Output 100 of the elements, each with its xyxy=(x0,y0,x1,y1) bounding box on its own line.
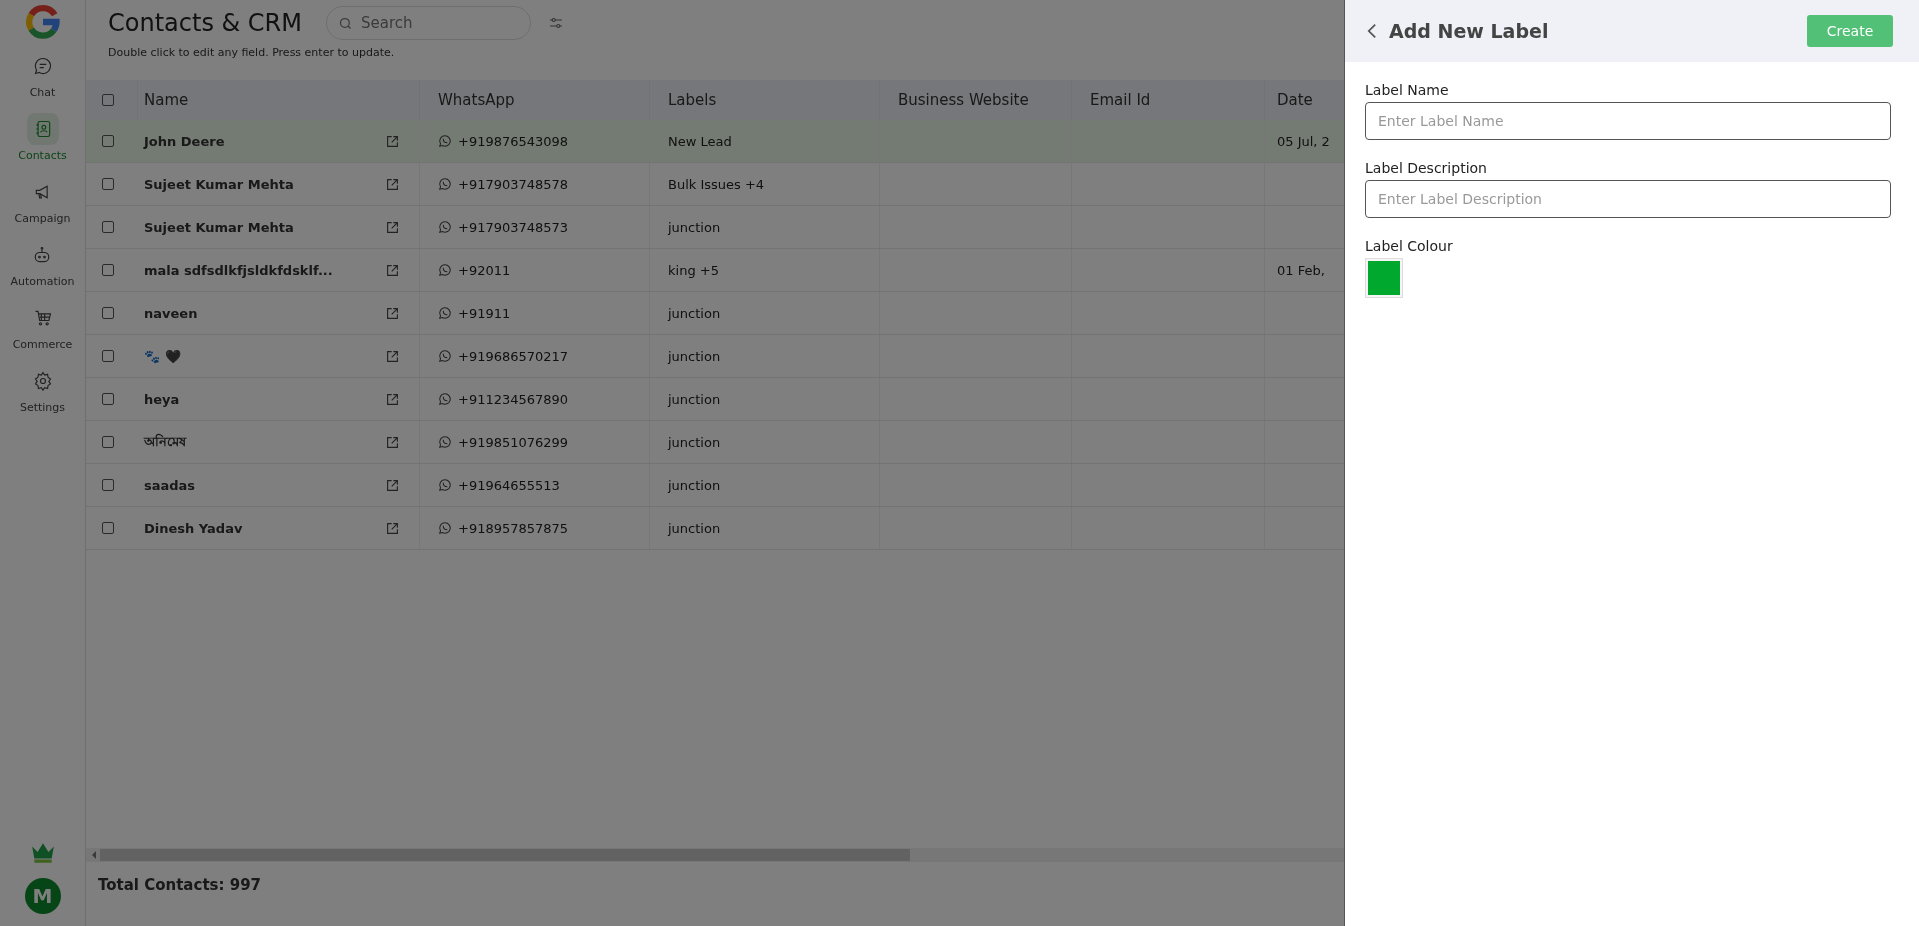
column-header: Labels xyxy=(668,91,717,109)
date-text: 05 Jul, 2 xyxy=(1277,133,1330,149)
column-header: Date xyxy=(1277,91,1313,109)
phone-number: +918957857875 xyxy=(458,520,569,536)
whatsapp-icon xyxy=(438,478,452,492)
sidebar-item[interactable]: Chat xyxy=(26,50,59,99)
phone-number: +917903748578 xyxy=(458,176,569,192)
total-contacts: Total Contacts: 997 xyxy=(97,875,262,896)
external-link-icon[interactable] xyxy=(386,478,399,492)
table-row[interactable]: heya +911234567890 junction xyxy=(86,378,1345,421)
label-text: junction xyxy=(668,348,721,364)
whatsapp-icon xyxy=(438,177,452,191)
table-row[interactable]: Sujeet Kumar Mehta +917903748573 junction xyxy=(86,206,1345,249)
column-header: Business Website xyxy=(898,91,1029,109)
contact-name: Dinesh Yadav xyxy=(144,520,243,536)
contact-name: 🐾 🖤 xyxy=(144,348,181,364)
colour-picker[interactable] xyxy=(1365,258,1403,298)
checkbox[interactable] xyxy=(102,436,114,448)
whatsapp-icon xyxy=(438,521,452,535)
field-label: Label Colour xyxy=(1365,238,1453,254)
label-text: junction xyxy=(668,477,721,493)
field-label: Label Name xyxy=(1365,82,1450,98)
checkbox[interactable] xyxy=(102,307,114,319)
table-row[interactable]: Dinesh Yadav +918957857875 junction xyxy=(86,507,1345,550)
contact-name: John Deere xyxy=(144,133,225,149)
avatar[interactable]: M xyxy=(24,878,61,914)
phone-number: +91911 xyxy=(458,305,511,321)
label-text: Bulk Issues +4 xyxy=(668,176,765,192)
table-row[interactable]: saadas +91964655513 junction xyxy=(86,464,1345,507)
input-field[interactable]: Enter Label Name xyxy=(1365,102,1891,140)
checkbox[interactable] xyxy=(102,350,114,362)
whatsapp-icon xyxy=(438,435,452,449)
whatsapp-icon xyxy=(438,134,452,148)
external-link-icon[interactable] xyxy=(386,521,399,535)
phone-number: +919851076299 xyxy=(458,434,569,450)
contact-name: অনিমেষ xyxy=(144,432,186,451)
contact-name: Sujeet Kumar Mehta xyxy=(144,219,294,235)
back-icon[interactable] xyxy=(1367,23,1377,39)
panel-title: Add New Label xyxy=(1389,20,1549,42)
label-text: junction xyxy=(668,219,721,235)
search-field[interactable]: Search xyxy=(326,6,531,40)
external-link-icon[interactable] xyxy=(386,435,399,449)
contact-name: Sujeet Kumar Mehta xyxy=(144,176,294,192)
table-row[interactable]: mala sdfsdlkfjsldkfdsklf... +92011 king +5 01 Feb, xyxy=(86,249,1345,292)
field-label: Label Description xyxy=(1365,160,1488,176)
table-row[interactable]: naveen +91911 junction xyxy=(86,292,1345,335)
label-text: New Lead xyxy=(668,133,732,149)
checkbox[interactable] xyxy=(102,522,114,534)
checkbox[interactable] xyxy=(102,479,114,491)
sidebar-item[interactable]: Campaign xyxy=(14,176,71,225)
table-row[interactable]: Sujeet Kumar Mehta +917903748578 Bulk Issues +4 xyxy=(86,163,1345,206)
logo-icon xyxy=(24,4,61,40)
whatsapp-icon xyxy=(438,392,452,406)
external-link-icon[interactable] xyxy=(386,134,399,148)
external-link-icon[interactable] xyxy=(386,220,399,234)
phone-number: +911234567890 xyxy=(458,391,569,407)
sidebar-item[interactable]: Automation xyxy=(10,239,75,288)
label-text: junction xyxy=(668,391,721,407)
checkbox[interactable] xyxy=(102,264,114,276)
crown-icon[interactable] xyxy=(29,842,56,864)
table-row[interactable]: John Deere +919876543098 New Lead 05 Jul, 2 xyxy=(86,120,1345,163)
checkbox[interactable] xyxy=(102,94,114,106)
checkbox[interactable] xyxy=(102,178,114,190)
input-field[interactable]: Enter Label Description xyxy=(1365,180,1891,218)
table-row[interactable]: অনিমেষ +919851076299 junction xyxy=(86,421,1345,464)
colour-swatch xyxy=(1368,261,1400,295)
page-title: Contacts & CRM xyxy=(108,9,302,37)
external-link-icon[interactable] xyxy=(386,263,399,277)
label-text: junction xyxy=(668,520,721,536)
external-link-icon[interactable] xyxy=(386,306,399,320)
search-icon xyxy=(338,16,353,31)
external-link-icon[interactable] xyxy=(386,392,399,406)
column-header: Email Id xyxy=(1090,91,1151,109)
whatsapp-icon xyxy=(438,220,452,234)
phone-number: +917903748573 xyxy=(458,219,569,235)
contact-name: mala sdfsdlkfjsldkfdsklf... xyxy=(144,262,333,278)
checkbox[interactable] xyxy=(102,393,114,405)
table-row[interactable]: 🐾 🖤 +919686570217 junction xyxy=(86,335,1345,378)
whatsapp-icon xyxy=(438,263,452,277)
settings-icon xyxy=(32,371,53,391)
contact-name: saadas xyxy=(144,477,196,493)
scrollbar-thumb[interactable] xyxy=(100,849,910,861)
column-header: Name xyxy=(144,91,189,109)
label-text: junction xyxy=(668,305,721,321)
contact-name: naveen xyxy=(144,305,198,321)
checkbox[interactable] xyxy=(102,135,114,147)
sidebar-item[interactable]: Contacts xyxy=(18,113,67,162)
checkbox[interactable] xyxy=(102,221,114,233)
label-text: king +5 xyxy=(668,262,719,278)
sidebar-item[interactable]: Settings xyxy=(19,365,66,414)
whatsapp-icon xyxy=(438,349,452,363)
sidebar-item[interactable]: Commerce xyxy=(12,302,73,351)
hint-text: Double click to edit any field. Press enter to update. xyxy=(108,46,396,59)
whatsapp-icon xyxy=(438,306,452,320)
label-text: junction xyxy=(668,434,721,450)
column-header: WhatsApp xyxy=(438,91,515,109)
external-link-icon[interactable] xyxy=(386,349,399,363)
phone-number: +919876543098 xyxy=(458,133,569,149)
external-link-icon[interactable] xyxy=(386,177,399,191)
phone-number: +92011 xyxy=(458,262,511,278)
